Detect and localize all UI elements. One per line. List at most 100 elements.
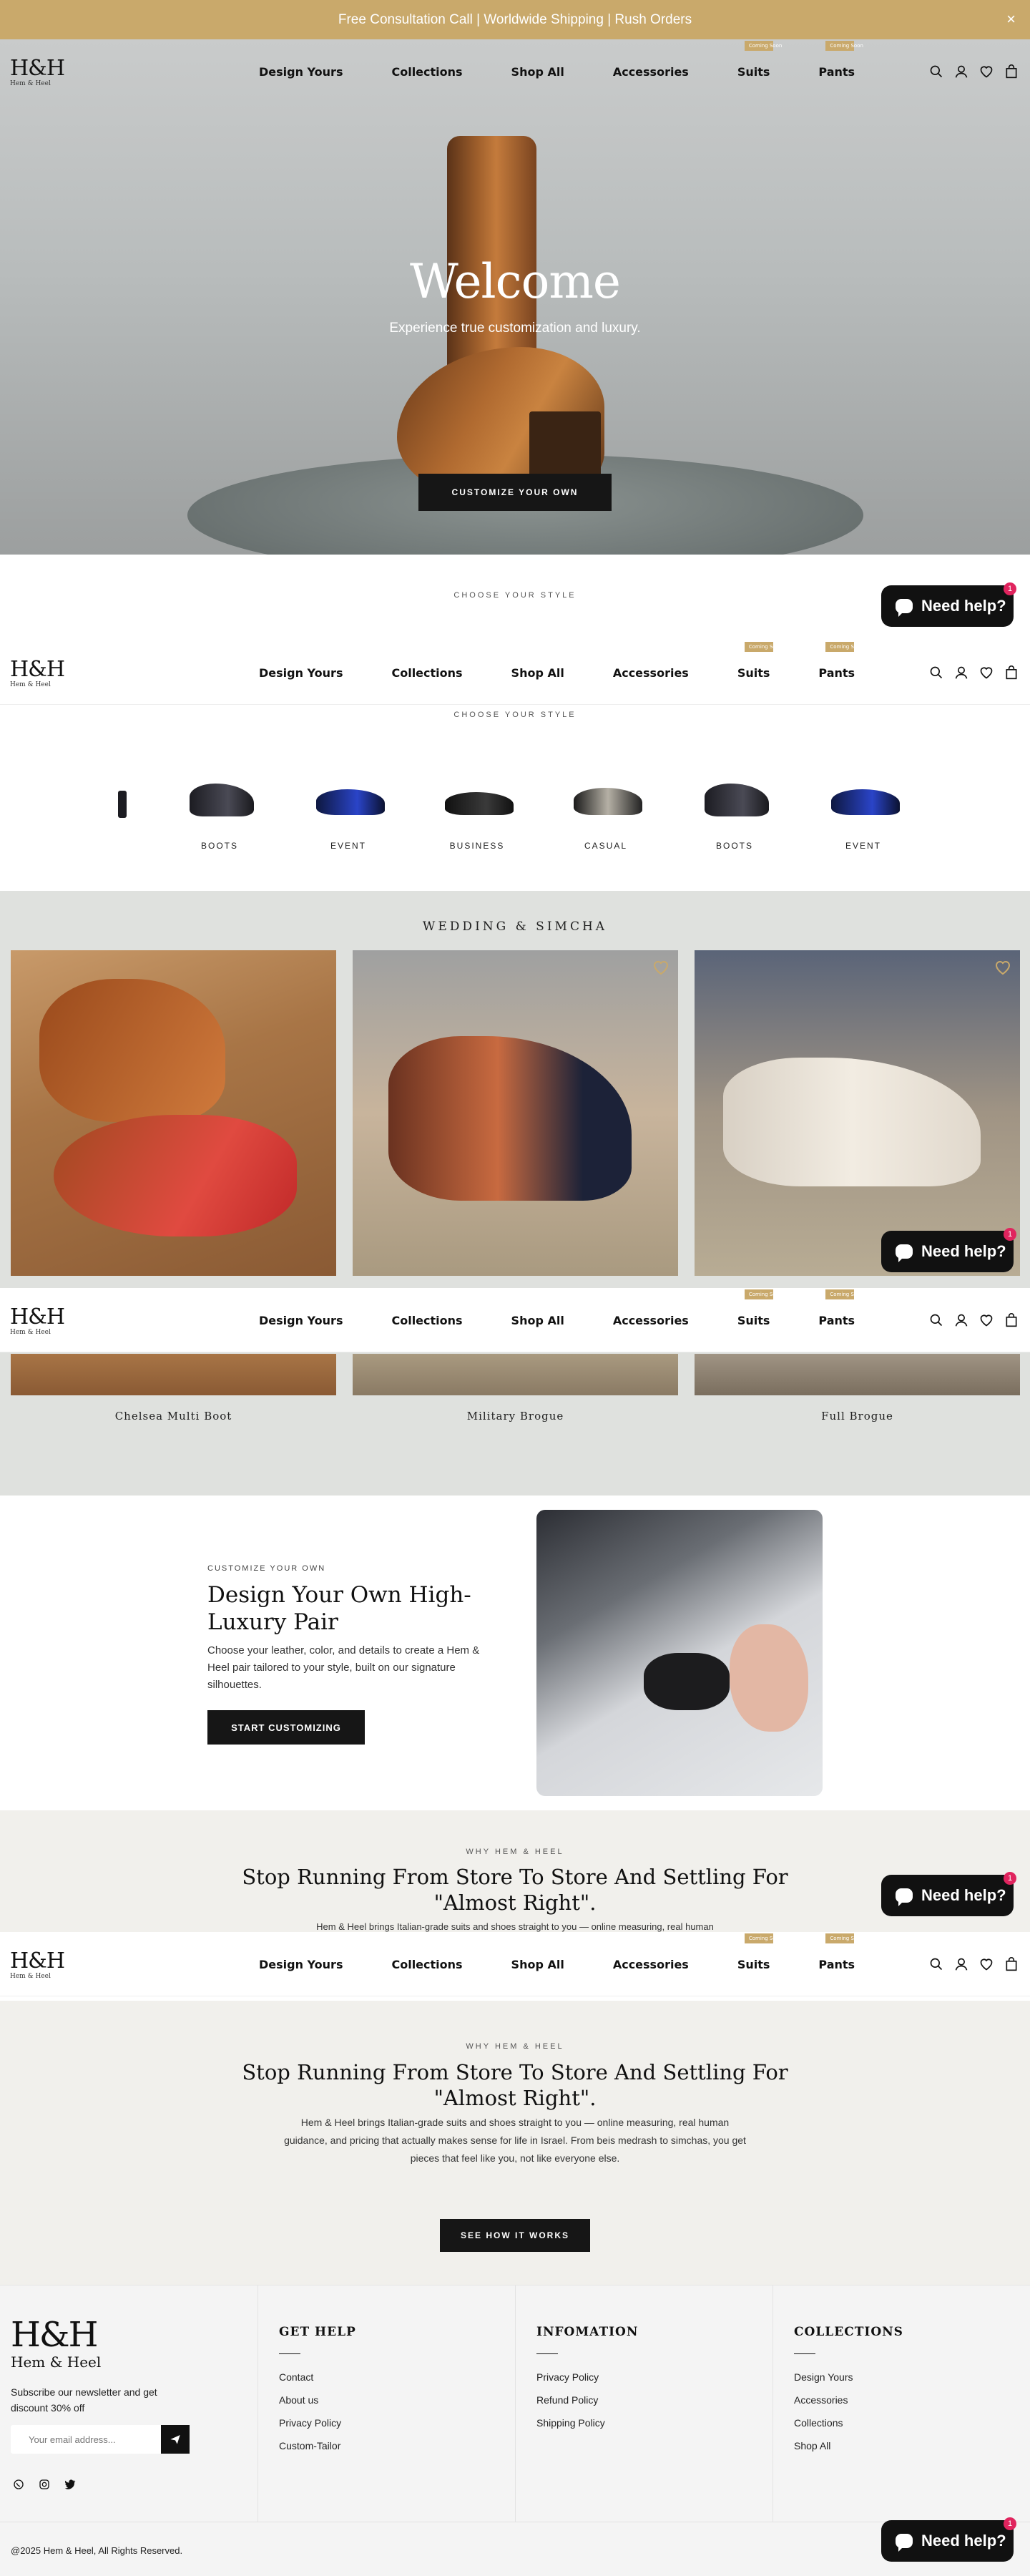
chat-button[interactable]: Need help? 1 — [881, 1228, 1016, 1272]
product-image — [388, 1036, 632, 1201]
product-name[interactable]: Full Brogue — [695, 1410, 1020, 1423]
header-icons — [918, 640, 1019, 705]
category-event[interactable]: EVENT — [305, 776, 391, 851]
search-icon[interactable] — [929, 1313, 943, 1327]
product-name[interactable]: Chelsea Multi Boot — [11, 1410, 336, 1423]
footer-link[interactable]: Shipping Policy — [536, 2417, 638, 2429]
nav-collections[interactable]: Collections — [391, 65, 462, 79]
nav-collections[interactable]: Collections — [391, 1958, 462, 1971]
start-customizing-button[interactable]: START CUSTOMIZING — [207, 1710, 365, 1745]
nav-shop-all[interactable]: Shop All — [511, 1958, 564, 1971]
chat-icon — [896, 2534, 913, 2552]
footer-link[interactable]: Custom-Tailor — [279, 2440, 356, 2451]
search-icon[interactable] — [929, 64, 943, 79]
chat-notification-badge: 1 — [1004, 1872, 1016, 1885]
newsletter-submit-button[interactable] — [161, 2425, 190, 2454]
heart-icon[interactable] — [979, 1313, 994, 1327]
coming-soon-badge: Coming Soon — [744, 40, 782, 51]
nav-accessories[interactable]: Accessories — [613, 65, 689, 79]
footer-link[interactable]: Contact — [279, 2371, 356, 2383]
design-own-eyebrow: CUSTOMIZE YOUR OWN — [207, 1564, 326, 1573]
nav-suits[interactable]: Suits Coming Soon — [737, 1289, 782, 1327]
event-shoe-image — [831, 789, 900, 815]
nav-design-yours[interactable]: Design Yours — [259, 1314, 343, 1327]
category-boots[interactable]: BOOTS — [692, 776, 778, 851]
sticky-header: H&H Hem & Heel Design Yours Collections … — [0, 640, 1030, 705]
nav-design-yours[interactable]: Design Yours — [259, 65, 343, 79]
nav-shop-all[interactable]: Shop All — [511, 1314, 564, 1327]
why-title: Stop Running From Store To Store And Set… — [242, 2060, 788, 2110]
product-card-military-brogue[interactable] — [353, 950, 678, 1276]
product-card-full-brogue[interactable] — [695, 950, 1020, 1276]
nav-accessories[interactable]: Accessories — [613, 666, 689, 680]
category-business[interactable]: BUSINESS — [434, 776, 520, 851]
newsletter-text: Subscribe our newsletter and get discoun… — [11, 2386, 157, 2414]
nav-design-yours[interactable]: Design Yours — [259, 666, 343, 680]
chat-button[interactable]: Need help? 1 — [881, 2517, 1016, 2562]
category-boots[interactable]: BOOTS — [177, 776, 263, 851]
nav-collections[interactable]: Collections — [391, 666, 462, 680]
nav-shop-all[interactable]: Shop All — [511, 65, 564, 79]
wedding-title: WEDDING & SIMCHA — [422, 919, 608, 934]
nav-suits[interactable]: Suits Coming Soon — [737, 40, 782, 79]
heart-icon[interactable] — [652, 959, 670, 976]
search-icon[interactable] — [929, 1957, 943, 1971]
bag-icon[interactable] — [1004, 665, 1019, 680]
logo[interactable]: H&H Hem & Heel — [10, 1951, 67, 1981]
email-field[interactable] — [11, 2425, 161, 2454]
logo[interactable]: H&H Hem & Heel — [10, 58, 67, 88]
nav-design-yours[interactable]: Design Yours — [259, 1958, 343, 1971]
instagram-icon[interactable] — [39, 2479, 50, 2490]
user-icon[interactable] — [954, 1313, 968, 1327]
nav-pants[interactable]: Pants Coming Soon — [818, 1289, 863, 1327]
footer-rule — [279, 2353, 300, 2354]
see-how-it-works-button[interactable]: SEE HOW IT WORKS — [440, 2219, 590, 2252]
nav-accessories[interactable]: Accessories — [613, 1958, 689, 1971]
user-icon[interactable] — [954, 64, 968, 79]
logo[interactable]: H&H Hem & Heel — [10, 659, 67, 689]
twitter-icon[interactable] — [64, 2479, 76, 2490]
nav-pants[interactable]: Pants Coming Soon — [818, 1933, 863, 1971]
bag-icon[interactable] — [1004, 1313, 1019, 1327]
coming-soon-badge: Coming Soon — [825, 1289, 863, 1299]
bag-icon[interactable] — [1004, 64, 1019, 79]
chat-button[interactable]: Need help? 1 — [881, 1872, 1016, 1916]
nav-suits[interactable]: Suits Coming Soon — [737, 641, 782, 680]
footer-link[interactable]: Collections — [794, 2417, 903, 2429]
footer-logo[interactable]: H&H Hem & Heel — [11, 2318, 101, 2371]
footer-column-get-help: GET HELP Contact About us Privacy Policy… — [279, 2325, 356, 2451]
footer-link[interactable]: Refund Policy — [536, 2394, 638, 2406]
nav-accessories[interactable]: Accessories — [613, 1314, 689, 1327]
whatsapp-icon[interactable] — [13, 2479, 24, 2490]
design-own-image — [536, 1510, 823, 1796]
chat-button[interactable]: Need help? 1 — [881, 582, 1016, 627]
logo[interactable]: H&H Hem & Heel — [10, 1307, 67, 1337]
heart-icon[interactable] — [979, 665, 994, 680]
footer-link[interactable]: About us — [279, 2394, 356, 2406]
footer-link[interactable]: Privacy Policy — [279, 2417, 356, 2429]
customize-your-own-button[interactable]: CUSTOMIZE YOUR OWN — [418, 474, 612, 511]
heart-icon[interactable] — [994, 959, 1011, 976]
footer-link[interactable]: Accessories — [794, 2394, 903, 2406]
footer-link[interactable]: Privacy Policy — [536, 2371, 638, 2383]
nav-suits[interactable]: Suits Coming Soon — [737, 1933, 782, 1971]
nav-shop-all[interactable]: Shop All — [511, 666, 564, 680]
heart-icon[interactable] — [979, 64, 994, 79]
close-icon[interactable]: × — [1006, 10, 1016, 29]
nav-collections[interactable]: Collections — [391, 1314, 462, 1327]
footer-link[interactable]: Shop All — [794, 2440, 903, 2451]
boot-image — [705, 784, 769, 816]
user-icon[interactable] — [954, 1957, 968, 1971]
user-icon[interactable] — [954, 665, 968, 680]
category-event[interactable]: EVENT — [820, 776, 906, 851]
nav-pants[interactable]: Pants Coming Soon — [818, 40, 863, 79]
bag-icon[interactable] — [1004, 1957, 1019, 1971]
product-name[interactable]: Military Brogue — [353, 1410, 678, 1423]
product-card-chelsea[interactable] — [11, 950, 336, 1276]
category-casual[interactable]: CASUAL — [563, 776, 649, 851]
search-icon[interactable] — [929, 665, 943, 680]
heart-icon[interactable] — [979, 1957, 994, 1971]
sticky-header: H&H Hem & Heel Design Yours Collections … — [0, 1288, 1030, 1352]
nav-pants[interactable]: Pants Coming Soon — [818, 641, 863, 680]
footer-link[interactable]: Design Yours — [794, 2371, 903, 2383]
